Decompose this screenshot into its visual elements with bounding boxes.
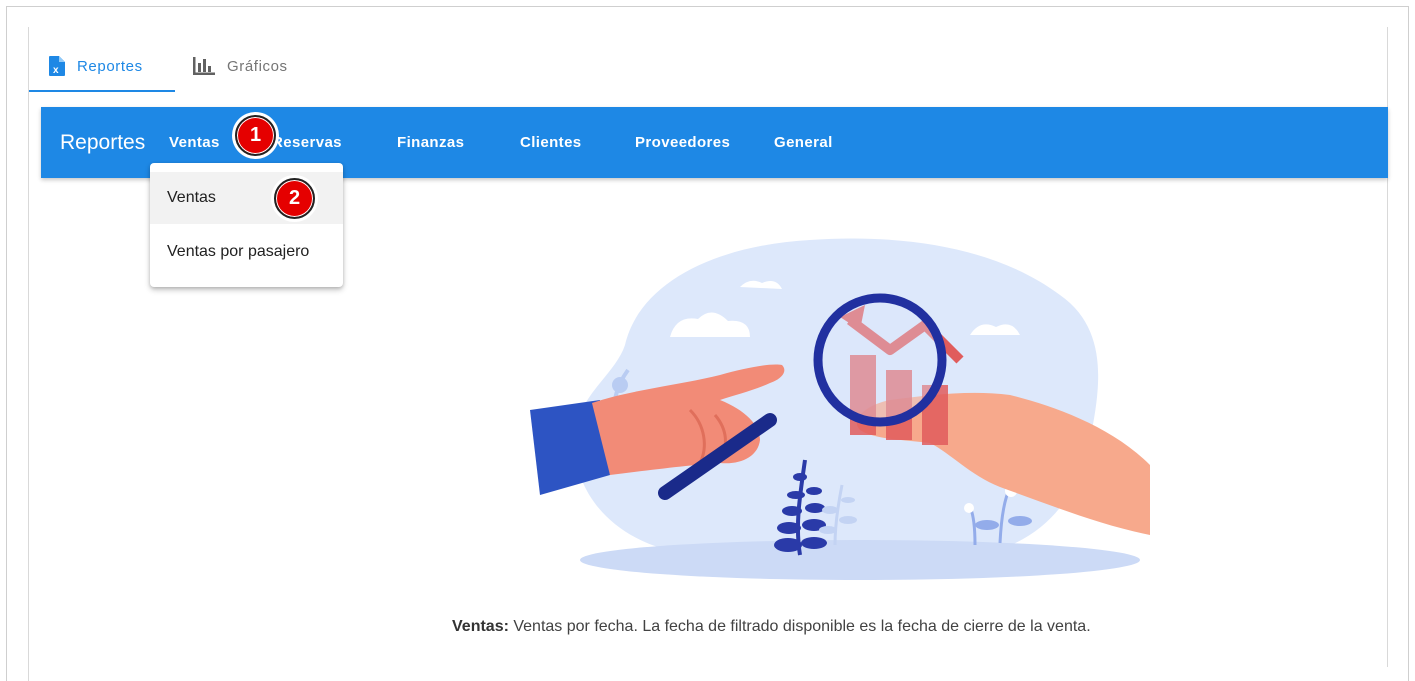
ventas-dropdown-menu: Ventas Ventas por pasajero — [150, 163, 343, 287]
tab-graficos-label: Gráficos — [227, 57, 288, 75]
active-tab-indicator — [29, 90, 175, 92]
toolbar-title: Reportes — [60, 131, 146, 154]
tab-reportes-label: Reportes — [77, 57, 143, 75]
menu-clientes[interactable]: Clientes — [520, 107, 582, 178]
svg-text:x: x — [53, 65, 59, 76]
report-search-illustration — [530, 238, 1150, 580]
step-2-badge: 2 — [271, 175, 318, 222]
dropdown-item-ventas-por-pasajero[interactable]: Ventas por pasajero — [150, 226, 343, 278]
tab-graficos[interactable]: Gráficos — [189, 40, 329, 92]
tab-reportes[interactable]: x Reportes — [29, 40, 175, 92]
menu-proveedores[interactable]: Proveedores — [635, 107, 730, 178]
step-1-badge: 1 — [232, 112, 279, 159]
panel-left-border — [28, 27, 29, 681]
menu-general[interactable]: General — [774, 107, 833, 178]
menu-finanzas[interactable]: Finanzas — [397, 107, 464, 178]
report-description: Ventas: Ventas por fecha. La fecha de fi… — [452, 618, 1091, 636]
excel-file-icon: x — [49, 56, 65, 76]
bar-chart-icon — [193, 57, 215, 75]
report-description-heading: Ventas: — [452, 618, 509, 635]
report-description-text: Ventas por fecha. La fecha de filtrado d… — [508, 618, 1091, 635]
